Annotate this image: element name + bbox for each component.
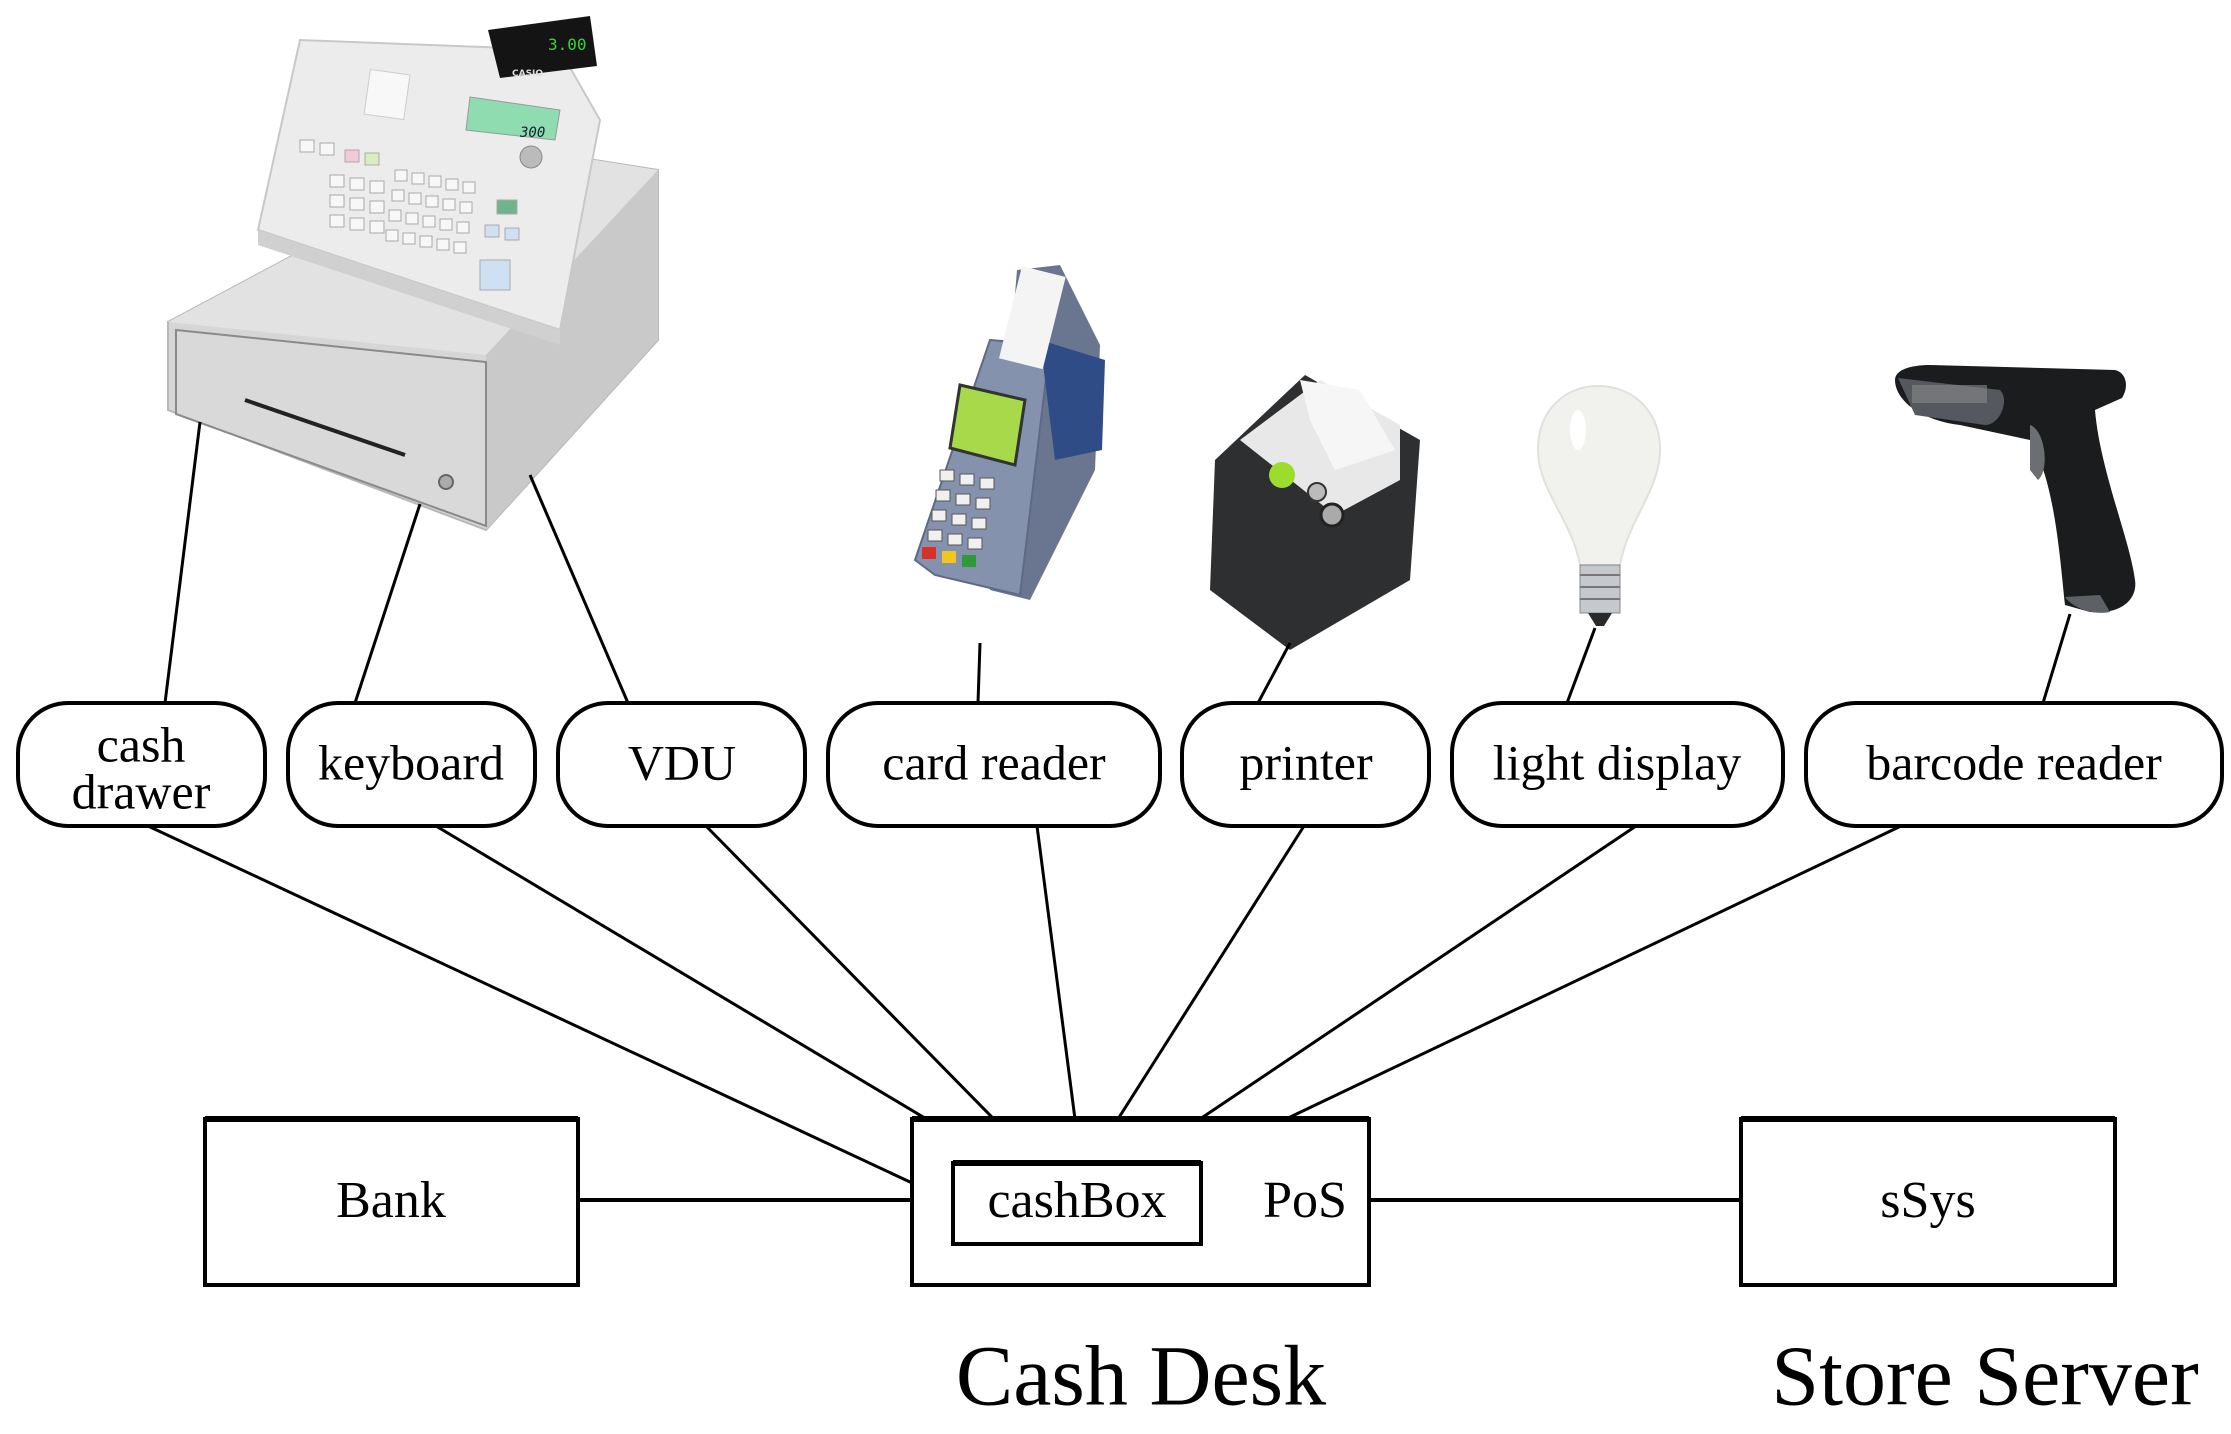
device-label: keyboard [318,734,504,790]
device-barcode-reader[interactable]: barcode reader [1804,701,2224,828]
bank-label: Bank [336,1172,446,1229]
device-vdu[interactable]: VDU [556,701,807,828]
device-label-line2: drawer [72,763,211,819]
cash-desk-label: Cash Desk [956,1328,1326,1424]
device-label: card reader [882,734,1106,790]
device-label: VDU [628,734,736,790]
register-lcd-amount: 300 [519,125,545,141]
link-light-display-pos [1199,824,1637,1121]
printer-picture [1210,375,1420,650]
ssys-box[interactable]: sSys [1739,1116,2117,1287]
link-card-reader-pos [1035,825,1077,1120]
link-keyboard-cashbox [435,824,1001,1165]
device-label: printer [1239,734,1373,790]
ssys-label: sSys [1880,1172,1975,1229]
device-printer[interactable]: printer [1180,701,1431,828]
light-display-picture [1536,384,1662,626]
drawer-lock-icon [438,474,454,490]
cashbox-box[interactable]: cashBox [951,1160,1203,1246]
customer-display-value: 3.00 [548,35,587,54]
link-barcode-reader-pos [1285,824,1902,1121]
cash-desk-diagram: 300 3.00 CASIO cash drawer keyboard VDU … [16,16,2224,1424]
cashbox-label: cashBox [987,1172,1166,1229]
device-label: light display [1493,734,1742,790]
device-cash-drawer[interactable]: cash drawer [16,701,267,828]
link-printer-pos [1116,825,1306,1120]
device-light-display[interactable]: light display [1450,701,1785,828]
pos-label: PoS [1263,1172,1347,1229]
card-reader-picture [913,265,1105,600]
store-server-label: Store Server [1771,1328,2198,1424]
link-vdu-cashbox [704,824,1039,1165]
device-card-reader[interactable]: card reader [826,701,1162,828]
device-label: barcode reader [1866,734,2162,790]
casio-logo: CASIO [512,69,543,79]
customer-display: 3.00 CASIO [488,16,597,79]
bank-box[interactable]: Bank [203,1116,580,1287]
cash-register-picture: 300 3.00 CASIO [167,16,659,532]
printer-power-icon [1269,462,1295,488]
register-mode-key-icon [519,145,543,169]
device-keyboard[interactable]: keyboard [286,701,537,828]
barcode-reader-picture [1895,365,2136,613]
